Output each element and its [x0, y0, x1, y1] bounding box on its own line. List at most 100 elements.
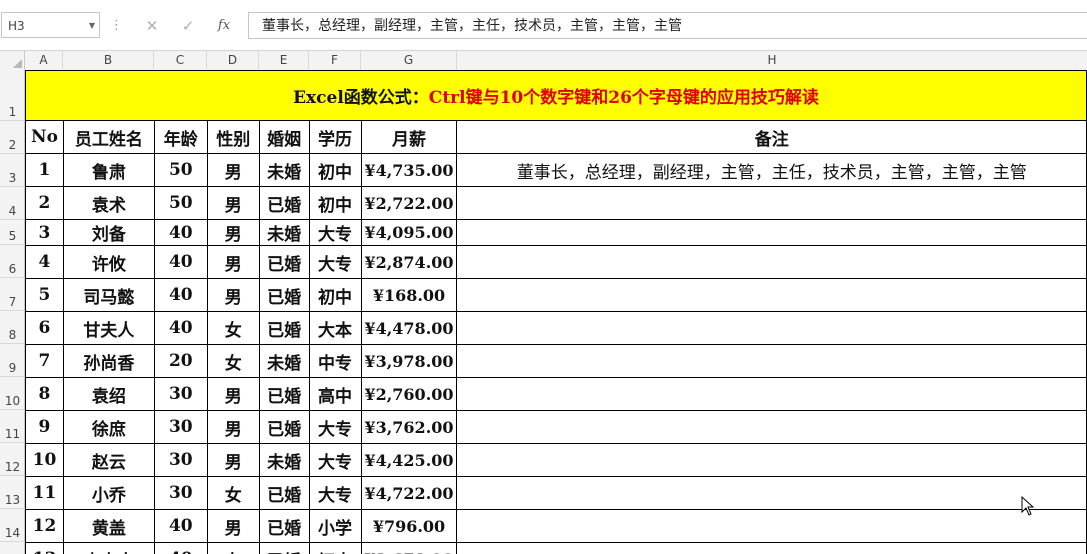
table-cell[interactable]: 20: [153, 344, 208, 378]
formula-input[interactable]: 董事长，总经理，副经理，主管，主任，技术员，主管，主管，主管: [248, 12, 1087, 39]
table-cell[interactable]: 中专: [308, 344, 362, 378]
table-cell[interactable]: 大专: [308, 443, 362, 477]
table-cell[interactable]: ¥2,760.00: [360, 377, 458, 411]
table-cell[interactable]: 40: [153, 245, 208, 279]
table-cell[interactable]: 3: [25, 219, 64, 246]
title-cell[interactable]: Excel函数公式：Ctrl键与10个数字键和26个字母键的应用技巧解读: [25, 70, 1087, 121]
table-cell[interactable]: 黄盖: [62, 509, 155, 543]
header-cell[interactable]: 月薪: [360, 120, 458, 154]
table-cell[interactable]: 许攸: [62, 245, 155, 279]
note-cell[interactable]: [456, 410, 1087, 444]
table-cell[interactable]: ¥796.00: [360, 509, 458, 543]
table-cell[interactable]: 大本: [308, 311, 362, 345]
table-cell[interactable]: 40: [153, 311, 208, 345]
table-cell[interactable]: 30: [153, 443, 208, 477]
table-cell[interactable]: ¥3,678.00: [360, 542, 458, 554]
row-header[interactable]: 3: [0, 154, 24, 187]
table-cell[interactable]: 9: [25, 410, 64, 444]
table-cell[interactable]: 大专: [308, 476, 362, 510]
table-cell[interactable]: 50: [153, 153, 208, 187]
table-cell[interactable]: 赵云: [62, 443, 155, 477]
table-cell[interactable]: 女: [206, 542, 260, 554]
table-cell[interactable]: 已婚: [258, 377, 310, 411]
note-cell[interactable]: [456, 186, 1087, 220]
note-cell[interactable]: [456, 311, 1087, 345]
table-cell[interactable]: 未婚: [258, 219, 310, 246]
table-cell[interactable]: 40: [153, 509, 208, 543]
row-header[interactable]: 9: [0, 344, 24, 377]
note-cell[interactable]: [456, 219, 1087, 246]
table-cell[interactable]: 30: [153, 377, 208, 411]
header-cell[interactable]: 年龄: [153, 120, 208, 154]
row-header[interactable]: 10: [0, 377, 24, 410]
note-cell[interactable]: [456, 509, 1087, 543]
note-cell-selected[interactable]: 董事长，总经理，副经理，主管，主任，技术员，主管，主管，主管: [456, 153, 1087, 187]
table-cell[interactable]: ¥4,735.00: [360, 153, 458, 187]
table-cell[interactable]: 小学: [308, 509, 362, 543]
chevron-down-icon[interactable]: ▼: [89, 13, 95, 39]
table-cell[interactable]: 40: [153, 219, 208, 246]
table-cell[interactable]: ¥4,095.00: [360, 219, 458, 246]
table-cell[interactable]: 未婚: [258, 344, 310, 378]
table-cell[interactable]: 男: [206, 410, 260, 444]
name-box[interactable]: H3 ▼: [1, 12, 100, 38]
row-header[interactable]: 14: [0, 509, 24, 542]
note-cell[interactable]: [456, 344, 1087, 378]
column-header-d[interactable]: D: [207, 51, 259, 70]
column-header-g[interactable]: G: [361, 51, 457, 70]
table-cell[interactable]: 男: [206, 245, 260, 279]
row-header[interactable]: 15: [0, 542, 24, 554]
table-cell[interactable]: 已婚: [258, 410, 310, 444]
column-header-a[interactable]: A: [25, 51, 63, 70]
insert-function-icon[interactable]: fx: [210, 13, 238, 39]
row-header[interactable]: 11: [0, 410, 24, 443]
table-cell[interactable]: ¥4,478.00: [360, 311, 458, 345]
table-cell[interactable]: 徐庶: [62, 410, 155, 444]
note-cell[interactable]: [456, 542, 1087, 554]
table-cell[interactable]: 男: [206, 377, 260, 411]
row-header[interactable]: 12: [0, 443, 24, 476]
header-cell[interactable]: 员工姓名: [62, 120, 155, 154]
row-header[interactable]: 6: [0, 245, 24, 278]
table-cell[interactable]: 袁绍: [62, 377, 155, 411]
table-cell[interactable]: 大专: [308, 410, 362, 444]
table-cell[interactable]: 未婚: [258, 153, 310, 187]
column-header-c[interactable]: C: [154, 51, 207, 70]
table-cell[interactable]: 袁术: [62, 186, 155, 220]
table-cell[interactable]: 初中: [308, 278, 362, 312]
table-cell[interactable]: 5: [25, 278, 64, 312]
table-cell[interactable]: 已婚: [258, 311, 310, 345]
select-all-button[interactable]: [0, 51, 25, 70]
table-cell[interactable]: 4: [25, 245, 64, 279]
row-header[interactable]: 1: [0, 70, 24, 121]
table-cell[interactable]: 12: [25, 509, 64, 543]
more-options-icon[interactable]: ⋮: [110, 14, 123, 38]
table-cell[interactable]: ¥3,978.00: [360, 344, 458, 378]
table-cell[interactable]: 已婚: [258, 278, 310, 312]
table-cell[interactable]: 女: [206, 476, 260, 510]
row-header[interactable]: 2: [0, 121, 24, 154]
note-cell[interactable]: [456, 278, 1087, 312]
note-cell[interactable]: [456, 476, 1087, 510]
table-cell[interactable]: 大专: [308, 245, 362, 279]
header-cell[interactable]: No: [25, 120, 64, 154]
column-header-f[interactable]: F: [309, 51, 361, 70]
table-cell[interactable]: 6: [25, 311, 64, 345]
table-cell[interactable]: 男: [206, 278, 260, 312]
table-cell[interactable]: 男: [206, 186, 260, 220]
cancel-icon[interactable]: ✕: [138, 13, 166, 39]
table-cell[interactable]: 2: [25, 186, 64, 220]
table-cell[interactable]: 男: [206, 443, 260, 477]
table-cell[interactable]: 男: [206, 509, 260, 543]
table-cell[interactable]: 已婚: [258, 476, 310, 510]
table-cell[interactable]: 男: [206, 219, 260, 246]
table-cell[interactable]: 女: [206, 311, 260, 345]
column-header-h[interactable]: H: [457, 51, 1087, 70]
table-cell[interactable]: 已婚: [258, 509, 310, 543]
table-cell[interactable]: 初中: [308, 186, 362, 220]
table-cell[interactable]: 男: [206, 153, 260, 187]
column-header-b[interactable]: B: [63, 51, 154, 70]
table-cell[interactable]: 孙尚香: [62, 344, 155, 378]
note-cell[interactable]: [456, 245, 1087, 279]
table-cell[interactable]: 甘夫人: [62, 311, 155, 345]
